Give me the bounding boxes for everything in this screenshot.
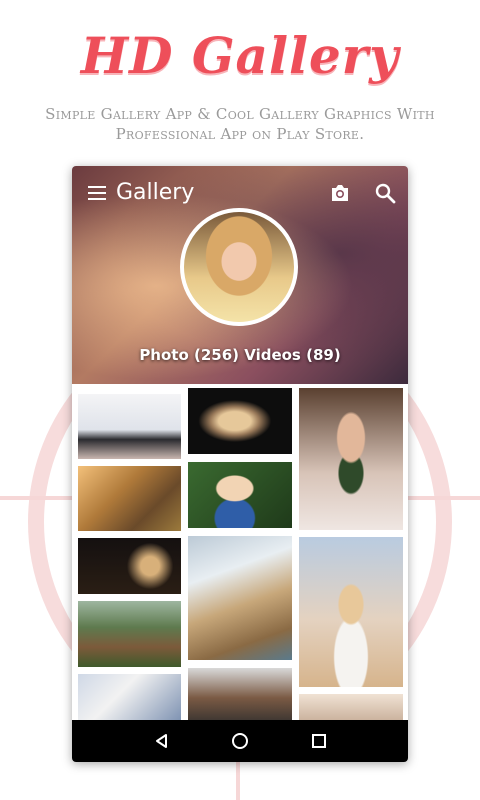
- back-icon[interactable]: [154, 733, 170, 749]
- photo-thumb[interactable]: [78, 394, 181, 459]
- promo-subline: Simple Gallery App & Cool Gallery Graphi…: [45, 105, 435, 143]
- photo-thumb[interactable]: [78, 674, 181, 720]
- media-stats: Photo (256) Videos (89): [139, 346, 341, 364]
- menu-icon[interactable]: [88, 186, 106, 200]
- promo-headline: HD Gallery: [80, 26, 400, 85]
- photo-thumb[interactable]: [78, 466, 181, 531]
- camera-icon[interactable]: [330, 184, 350, 202]
- system-nav-bar: [72, 720, 408, 762]
- photo-thumb[interactable]: [188, 388, 292, 454]
- recent-apps-icon[interactable]: [312, 734, 326, 748]
- photo-grid: [72, 384, 408, 720]
- photo-thumb[interactable]: [299, 388, 403, 530]
- photo-thumb[interactable]: [188, 462, 292, 528]
- photo-thumb[interactable]: [78, 601, 181, 667]
- profile-avatar[interactable]: [180, 208, 298, 326]
- photo-thumb[interactable]: [299, 694, 403, 720]
- photo-thumb[interactable]: [78, 538, 181, 594]
- profile-header: Gallery Photo (256) Videos (89): [72, 166, 408, 384]
- app-title: Gallery: [116, 180, 195, 205]
- photo-thumb[interactable]: [299, 537, 403, 687]
- decorative-line-vertical: [236, 760, 240, 800]
- photo-thumb[interactable]: [188, 536, 292, 660]
- search-icon[interactable]: [374, 182, 396, 204]
- photo-thumb[interactable]: [188, 668, 292, 720]
- home-icon[interactable]: [232, 733, 248, 749]
- phone-screen: Gallery Photo (256) Videos (89): [72, 166, 408, 762]
